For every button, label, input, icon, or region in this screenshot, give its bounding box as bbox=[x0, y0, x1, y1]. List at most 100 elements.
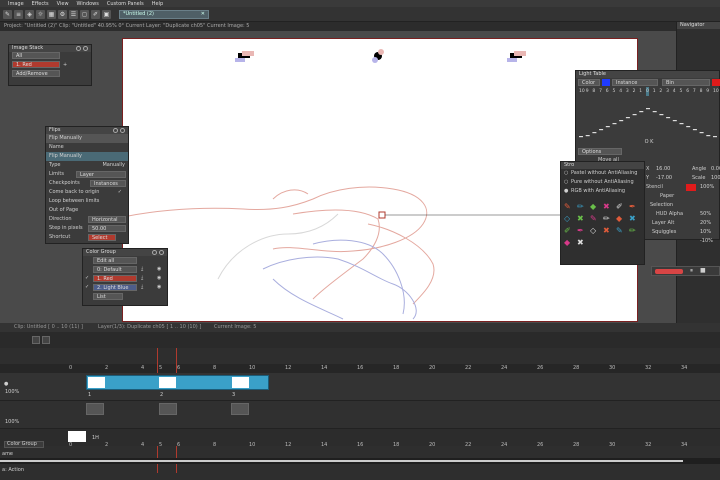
stroke-tool-icon[interactable]: ◇ bbox=[564, 214, 570, 223]
frame-thumbnail[interactable] bbox=[232, 377, 249, 388]
light-table-level[interactable] bbox=[672, 120, 677, 122]
flip-row-comeback[interactable]: Come back to origin ✓ bbox=[46, 188, 128, 197]
light-table-level[interactable] bbox=[619, 120, 624, 122]
light-table-level[interactable] bbox=[706, 135, 711, 137]
light-table-level[interactable] bbox=[652, 111, 657, 113]
image-stack-add-row[interactable]: Add/Remove bbox=[9, 70, 91, 79]
stroke-tool-icon[interactable]: ✏ bbox=[629, 226, 636, 235]
light-table-level[interactable] bbox=[625, 117, 630, 119]
menu-image[interactable]: Image bbox=[8, 1, 24, 7]
timeline-scrollbar[interactable] bbox=[0, 458, 720, 464]
scrollbar-thumb[interactable] bbox=[0, 460, 683, 462]
light-table-number[interactable]: 8 bbox=[592, 87, 595, 96]
squiggles-value-2[interactable]: -10% bbox=[700, 237, 713, 246]
layer-alt-value[interactable]: 20% bbox=[700, 219, 711, 228]
stroke-tool-icon[interactable]: ✖ bbox=[603, 226, 610, 235]
document-tab[interactable]: *Untitled (2) ✕ bbox=[119, 10, 209, 19]
light-table-level[interactable] bbox=[599, 129, 604, 131]
frame-thumbnail[interactable] bbox=[88, 377, 105, 388]
panel-close-icon[interactable] bbox=[120, 128, 125, 133]
radio-icon[interactable]: ◉ bbox=[157, 274, 161, 283]
stencil-value[interactable]: 100% bbox=[700, 183, 714, 192]
ok-icon[interactable]: O K bbox=[645, 139, 654, 145]
image-stack-all-row[interactable]: All bbox=[9, 52, 91, 61]
stroke-tool-icon[interactable]: ✖ bbox=[603, 202, 610, 211]
stack-icon[interactable]: ◈ bbox=[25, 10, 34, 19]
red-group-button[interactable]: 1. Red bbox=[93, 275, 137, 282]
gray-frame[interactable] bbox=[231, 403, 249, 415]
light-table-level[interactable] bbox=[592, 132, 597, 134]
light-table-number[interactable]: 10 bbox=[713, 87, 719, 96]
x-input[interactable]: 16.00 bbox=[656, 165, 670, 174]
download-icon[interactable]: ⤓ bbox=[141, 274, 143, 283]
instance-select[interactable]: Instance bbox=[612, 79, 658, 86]
grid-icon[interactable]: ▦ bbox=[47, 10, 56, 19]
light-table-number[interactable]: 0 bbox=[646, 87, 649, 96]
light-table-number[interactable]: 1 bbox=[653, 87, 656, 96]
pause-icon[interactable]: ⏸ bbox=[690, 267, 693, 275]
light-table-level[interactable] bbox=[666, 117, 671, 119]
light-table-number[interactable]: 5 bbox=[613, 87, 616, 96]
light-table-number[interactable]: 7 bbox=[599, 87, 602, 96]
direction-select[interactable]: Horizontal bbox=[88, 216, 126, 223]
picture-icon[interactable]: ▣ bbox=[102, 10, 111, 19]
squiggles-value-1[interactable]: 10% bbox=[700, 228, 711, 237]
light-table-level[interactable] bbox=[605, 126, 610, 128]
stop-icon[interactable]: ■ bbox=[700, 267, 706, 274]
red-button[interactable]: 1. Red bbox=[12, 61, 60, 68]
add-icon[interactable]: + bbox=[63, 61, 67, 70]
settings-icon[interactable]: ⚙ bbox=[58, 10, 67, 19]
light-table-level[interactable] bbox=[659, 114, 664, 116]
light-table-number[interactable]: 9 bbox=[586, 87, 589, 96]
track-layer-2[interactable]: 100% bbox=[0, 401, 720, 429]
color-swatch-red[interactable] bbox=[712, 79, 720, 86]
menu-windows[interactable]: Windows bbox=[77, 1, 99, 7]
timeline-layout-icon[interactable] bbox=[42, 336, 50, 344]
add-remove-button[interactable]: Add/Remove bbox=[12, 70, 60, 77]
light-table-number[interactable]: 1 bbox=[639, 87, 642, 96]
stroke-tool-icon[interactable]: ◆ bbox=[564, 238, 570, 247]
light-table-level[interactable] bbox=[639, 111, 644, 113]
stroke-option-rgb[interactable]: ● RGB with AntiAliasing bbox=[561, 187, 644, 196]
radio-icon[interactable]: ◉ bbox=[157, 265, 161, 274]
limits-select[interactable]: Layer bbox=[76, 171, 126, 178]
frame-thumbnail[interactable] bbox=[159, 377, 176, 388]
menu-help[interactable]: Help bbox=[152, 1, 163, 7]
stroke-option-pure[interactable]: ○ Pure without AntiAliasing bbox=[561, 178, 644, 187]
menu-effects[interactable]: Effects bbox=[32, 1, 49, 7]
frame-ruler-top[interactable]: 0 2 4 5 6 8 10 12 14 16 18 20 22 24 26 28 30 32 34 bbox=[0, 364, 720, 373]
checkpoints-select[interactable]: Instances bbox=[90, 180, 126, 187]
panel-close-icon[interactable] bbox=[83, 46, 88, 51]
light-table-level[interactable] bbox=[585, 135, 590, 137]
layers-icon[interactable]: ≡ bbox=[14, 10, 23, 19]
download-icon[interactable]: ⤓ bbox=[141, 265, 143, 274]
panel-close-icon[interactable] bbox=[159, 250, 164, 255]
timeline-settings-icon[interactable] bbox=[32, 336, 40, 344]
light-table-number[interactable]: 3 bbox=[666, 87, 669, 96]
y-input[interactable]: -17.00 bbox=[656, 174, 672, 183]
image-stack-red-row[interactable]: 1. Red + bbox=[9, 61, 91, 70]
color-group-item-default[interactable]: 0: Default ⤓ ◉ bbox=[83, 265, 167, 274]
menu-view[interactable]: View bbox=[57, 1, 69, 7]
shortcut-button[interactable]: Select bbox=[88, 234, 116, 241]
stroke-tool-icon[interactable]: ✐ bbox=[564, 226, 571, 235]
light-table-level[interactable] bbox=[692, 129, 697, 131]
hud-alpha-value[interactable]: 50% bbox=[700, 210, 711, 219]
panel-settings-icon[interactable] bbox=[113, 128, 118, 133]
light-table-number[interactable]: 4 bbox=[673, 87, 676, 96]
light-table-number[interactable]: 10 bbox=[579, 87, 585, 96]
pen-icon[interactable]: ✐ bbox=[91, 10, 100, 19]
bin-select[interactable]: Bin bbox=[662, 79, 710, 86]
stroke-tool-icon[interactable]: ✎ bbox=[564, 202, 571, 211]
stroke-tool-icon[interactable]: ◆ bbox=[590, 202, 596, 211]
color-group-item-red[interactable]: ✓ 1. Red ⤓ ◉ bbox=[83, 274, 167, 283]
radio-icon[interactable]: ○ bbox=[564, 178, 568, 187]
stroke-option-pastel[interactable]: ○ Pastel without AntiAliasing bbox=[561, 169, 644, 178]
stroke-tool-icon[interactable]: ✏ bbox=[577, 202, 584, 211]
type-value[interactable]: Manually bbox=[102, 161, 125, 170]
stroke-tool-icon[interactable]: ◇ bbox=[590, 226, 596, 235]
stroke-tool-icon[interactable]: ✒ bbox=[577, 226, 584, 235]
flip-row-outofpage[interactable]: Out of Page bbox=[46, 206, 128, 215]
blue-group-button[interactable]: 2. Light Blue bbox=[93, 284, 137, 291]
stencil-swatch[interactable] bbox=[686, 184, 696, 191]
